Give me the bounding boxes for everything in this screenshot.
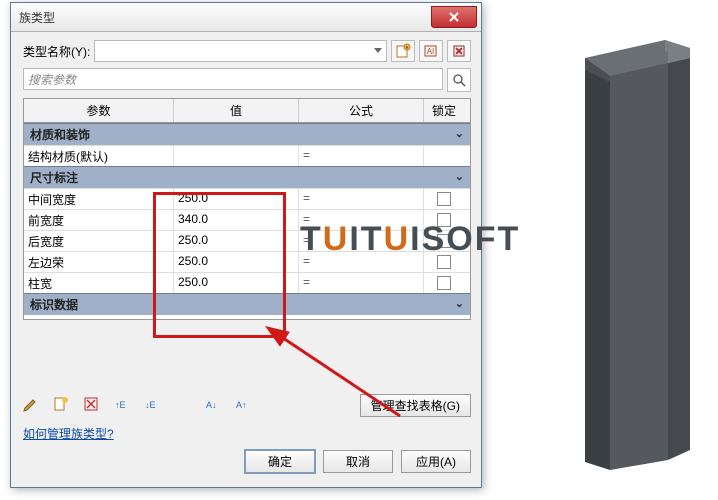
row-col-width: 柱宽 250.0 =	[24, 272, 470, 293]
row-struct-material: 结构材质(默认) =	[24, 145, 470, 166]
col-header-formula[interactable]: 公式	[299, 99, 424, 122]
param-value[interactable]	[174, 146, 299, 166]
param-lock[interactable]	[424, 146, 464, 166]
row-rear-width: 后宽度 250.0 =	[24, 230, 470, 251]
param-value[interactable]: 340.0	[174, 210, 299, 230]
move-down-group-icon[interactable]: ↓E	[143, 396, 159, 415]
search-button[interactable]	[447, 68, 471, 92]
collapse-icon: ⌄	[455, 170, 464, 183]
grid-header-row: 参数 值 公式 锁定	[24, 99, 470, 123]
collapse-icon: ⌄	[455, 127, 464, 140]
new-type-button[interactable]: ★	[391, 40, 415, 62]
group-materials[interactable]: 材质和装饰 ⌄	[24, 123, 470, 145]
sort-asc-icon[interactable]: A↓	[205, 396, 221, 415]
row-front-width: 前宽度 340.0 =	[24, 209, 470, 230]
column-3d-preview	[570, 30, 700, 480]
svg-text:★: ★	[405, 45, 410, 51]
parameter-grid: 参数 值 公式 锁定 材质和装饰 ⌄ 结构材质(默认) = 尺寸标注 ⌄ 中间宽…	[23, 98, 471, 320]
delete-type-icon	[451, 43, 467, 59]
cancel-button[interactable]: 取消	[323, 450, 393, 473]
new-type-icon: ★	[395, 43, 411, 59]
type-name-select[interactable]	[94, 40, 387, 62]
rename-type-icon: AI	[423, 43, 439, 59]
param-formula[interactable]: =	[299, 273, 424, 293]
param-lock[interactable]	[424, 189, 464, 209]
param-formula[interactable]: =	[299, 231, 424, 251]
search-icon	[452, 73, 466, 87]
ok-button[interactable]: 确定	[245, 450, 315, 473]
search-input[interactable]: 搜索参数	[23, 68, 443, 90]
param-name: 结构材质(默认)	[24, 146, 174, 166]
group-dimensions[interactable]: 尺寸标注 ⌄	[24, 166, 470, 188]
param-lock[interactable]	[424, 210, 464, 230]
param-lock[interactable]	[424, 252, 464, 272]
titlebar: 族类型	[11, 3, 481, 32]
move-up-group-icon[interactable]: ↑E	[113, 396, 129, 415]
type-name-label: 类型名称(Y):	[23, 43, 90, 60]
svg-text:AI: AI	[427, 47, 435, 56]
bottom-toolbar: ↑E ↓E A↓ A↑ 管理查找表格(G)	[23, 390, 471, 423]
col-header-param[interactable]: 参数	[24, 99, 174, 122]
col-header-value[interactable]: 值	[174, 99, 299, 122]
delete-type-button[interactable]	[447, 40, 471, 62]
delete-param-icon[interactable]	[83, 396, 99, 415]
family-types-dialog: 族类型 类型名称(Y): ★ AI	[10, 2, 482, 488]
param-value[interactable]: 250.0	[174, 273, 299, 293]
dialog-footer: 确定 取消 应用(A)	[23, 446, 471, 481]
param-value[interactable]: 250.0	[174, 231, 299, 251]
rename-type-button[interactable]: AI	[419, 40, 443, 62]
sort-desc-icon[interactable]: A↑	[235, 396, 251, 415]
group-identity[interactable]: 标识数据 ⌄	[24, 293, 470, 315]
param-lock[interactable]	[424, 231, 464, 251]
row-middle-width: 中间宽度 250.0 =	[24, 188, 470, 209]
param-name: 中间宽度	[24, 189, 174, 209]
param-name: 左边荣	[24, 252, 174, 272]
apply-button[interactable]: 应用(A)	[401, 450, 471, 473]
edit-param-icon[interactable]	[23, 396, 39, 415]
param-value[interactable]: 250.0	[174, 189, 299, 209]
svg-text:↑E: ↑E	[115, 400, 126, 410]
param-name: 柱宽	[24, 273, 174, 293]
manage-lookup-button[interactable]: 管理查找表格(G)	[360, 394, 471, 417]
close-button[interactable]	[431, 6, 477, 28]
close-icon	[449, 12, 459, 22]
svg-text:A↑: A↑	[236, 400, 247, 410]
param-formula[interactable]: =	[299, 210, 424, 230]
help-link[interactable]: 如何管理族类型?	[23, 427, 114, 441]
param-value[interactable]: 250.0	[174, 252, 299, 272]
param-formula[interactable]: =	[299, 146, 424, 166]
svg-text:A↓: A↓	[206, 400, 217, 410]
param-name: 后宽度	[24, 231, 174, 251]
new-param-icon[interactable]	[53, 396, 69, 415]
row-left-flange: 左边荣 250.0 =	[24, 251, 470, 272]
dialog-title: 族类型	[19, 9, 55, 26]
param-lock[interactable]	[424, 273, 464, 293]
param-formula[interactable]: =	[299, 252, 424, 272]
param-formula[interactable]: =	[299, 189, 424, 209]
collapse-icon: ⌄	[455, 297, 464, 310]
col-header-lock[interactable]: 锁定	[424, 99, 464, 122]
svg-text:↓E: ↓E	[145, 400, 156, 410]
search-placeholder: 搜索参数	[28, 71, 76, 88]
param-name: 前宽度	[24, 210, 174, 230]
